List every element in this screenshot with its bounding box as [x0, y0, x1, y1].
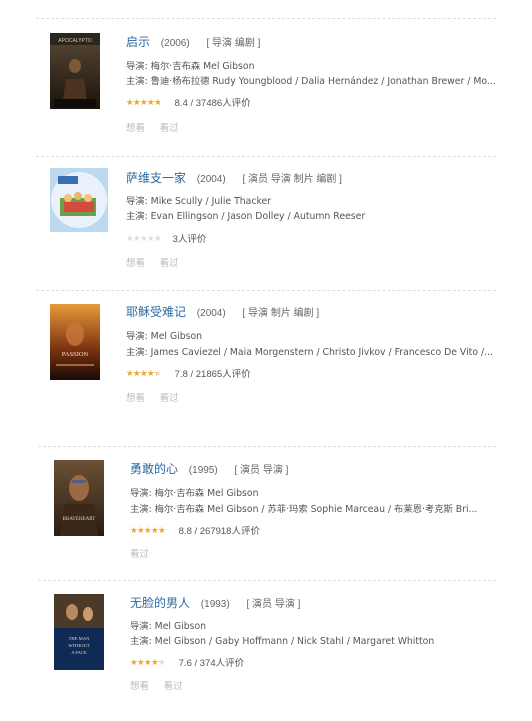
movie-roles: [ 演员 导演 ] — [246, 599, 301, 610]
svg-text:WITHOUT: WITHOUT — [68, 643, 90, 648]
rating-row: ★★★★★ ★★★★★ 8.8 / 267918人评价 — [130, 523, 260, 537]
rating-stars: ★★★★★★★★★★ — [126, 368, 162, 378]
movie-list: APOCALYPTO 启示 (2006) [ 导演 编剧 ] 导演: 梅尔·吉布… — [0, 0, 532, 721]
rating-stars: ★★★★★★★★★★ — [126, 97, 162, 107]
rating-stars: ★★★★★★★★★★ — [130, 657, 166, 667]
rating-stars: ★★★★★★★★★★ — [130, 525, 166, 535]
action-row: 看过 — [130, 546, 161, 560]
want-to-watch-link[interactable]: 想看 — [130, 681, 149, 692]
cast-line: 主演: 鲁迪·杨布拉德 Rudy Youngblood / Dalia Hern… — [126, 76, 496, 87]
movie-year: (1993) — [200, 599, 230, 610]
svg-text:A FACE: A FACE — [71, 650, 87, 655]
divider — [36, 156, 496, 157]
director-line: 导演: Mel Gibson — [130, 621, 207, 632]
poster-image[interactable]: PASSION — [50, 304, 100, 380]
action-row: 想看 看过 — [126, 390, 191, 404]
movie-roles: [ 演员 导演 制片 编剧 ] — [242, 174, 342, 185]
want-to-watch-link[interactable]: 想看 — [126, 258, 145, 269]
movie-title-link[interactable]: 萨维支一家 — [126, 171, 186, 185]
title-row: 启示 (2006) [ 导演 编剧 ] — [126, 33, 260, 51]
svg-text:APOCALYPTO: APOCALYPTO — [58, 38, 92, 44]
movie-title-link[interactable]: 启示 — [126, 35, 150, 49]
watched-link[interactable]: 看过 — [130, 549, 149, 560]
title-row: 耶稣受难记 (2004) [ 导演 制片 编剧 ] — [126, 303, 319, 321]
action-row: 想看 看过 — [126, 120, 191, 134]
movie-title-link[interactable]: 耶稣受难记 — [126, 305, 186, 319]
list-item: APOCALYPTO 启示 (2006) [ 导演 编剧 ] 导演: 梅尔·吉布… — [48, 30, 496, 150]
rating-text: 8.4 / 37486人评价 — [174, 98, 251, 109]
rating-row: ★★★★★★★★★★ 7.8 / 21865人评价 — [126, 366, 251, 380]
watched-link[interactable]: 看过 — [160, 123, 179, 134]
poster-image[interactable] — [50, 168, 108, 232]
list-item: BRAVEHEART 勇敢的心 (1995) [ 演员 导演 ] 导演: 梅尔·… — [52, 458, 492, 578]
svg-text:BRAVEHEART: BRAVEHEART — [63, 517, 96, 522]
director-line: 导演: Mike Scully / Julie Thacker — [126, 196, 272, 207]
movie-year: (2004) — [196, 308, 226, 319]
cast-line: 主演: James Caviezel / Maia Morgenstern / … — [126, 347, 493, 358]
rating-text: 8.8 / 267918人评价 — [178, 526, 260, 537]
poster-image[interactable]: APOCALYPTO — [50, 33, 100, 109]
movie-year: (1995) — [188, 465, 218, 476]
divider — [38, 580, 496, 581]
movie-roles: [ 演员 导演 ] — [234, 465, 289, 476]
svg-text:THE MAN: THE MAN — [69, 636, 90, 641]
divider — [36, 290, 496, 291]
want-to-watch-link[interactable]: 想看 — [126, 393, 145, 404]
cast-line: 主演: Mel Gibson / Gaby Hoffmann / Nick St… — [130, 636, 435, 647]
cast-line: 主演: Evan Ellingson / Jason Dolley / Autu… — [126, 211, 366, 222]
movie-roles: [ 导演 制片 编剧 ] — [242, 308, 320, 319]
movie-roles: [ 导演 编剧 ] — [206, 38, 261, 49]
movie-title-link[interactable]: 无脸的男人 — [130, 596, 190, 610]
rating-stars: ★★★★★★★★★★ — [126, 233, 162, 243]
rating-row: ★★★★★★★★★★ 3人评价 — [126, 231, 206, 245]
rating-text: 7.6 / 374人评价 — [178, 658, 245, 669]
director-line: 导演: Mel Gibson — [126, 331, 203, 342]
director-line: 导演: 梅尔·吉布森 Mel Gibson — [126, 61, 255, 72]
list-item: 萨维支一家 (2004) [ 演员 导演 制片 编剧 ] 导演: Mike Sc… — [48, 168, 488, 288]
title-row: 无脸的男人 (1993) [ 演员 导演 ] — [130, 594, 300, 612]
divider — [38, 446, 496, 447]
svg-text:PASSION: PASSION — [62, 351, 89, 358]
watched-link[interactable]: 看过 — [160, 393, 179, 404]
watched-link[interactable]: 看过 — [164, 681, 183, 692]
cast-line: 主演: 梅尔·吉布森 Mel Gibson / 苏菲·玛索 Sophie Mar… — [130, 504, 478, 515]
action-row: 想看 看过 — [130, 678, 195, 692]
poster-image[interactable]: BRAVEHEART — [54, 460, 104, 536]
want-to-watch-link[interactable]: 想看 — [126, 123, 145, 134]
watched-link[interactable]: 看过 — [160, 258, 179, 269]
title-row: 萨维支一家 (2004) [ 演员 导演 制片 编剧 ] — [126, 169, 342, 187]
rating-row: ★★★★★ ★★★★★ 8.4 / 37486人评价 — [126, 95, 251, 109]
rating-text: 3人评价 — [172, 234, 207, 245]
movie-year: (2004) — [196, 174, 226, 185]
rating-row: ★★★★★★★★★★ 7.6 / 374人评价 — [130, 655, 244, 669]
title-row: 勇敢的心 (1995) [ 演员 导演 ] — [130, 460, 288, 478]
list-item: THE MAN WITHOUT A FACE 无脸的男人 (1993) [ 演员… — [52, 592, 492, 712]
divider — [36, 18, 496, 19]
movie-year: (2006) — [160, 38, 190, 49]
movie-title-link[interactable]: 勇敢的心 — [130, 462, 178, 476]
director-line: 导演: 梅尔·吉布森 Mel Gibson — [130, 488, 259, 499]
poster-image[interactable]: THE MAN WITHOUT A FACE — [54, 594, 104, 670]
rating-text: 7.8 / 21865人评价 — [174, 369, 251, 380]
action-row: 想看 看过 — [126, 255, 191, 269]
list-item: PASSION 耶稣受难记 (2004) [ 导演 制片 编剧 ] 导演: Me… — [48, 302, 493, 422]
